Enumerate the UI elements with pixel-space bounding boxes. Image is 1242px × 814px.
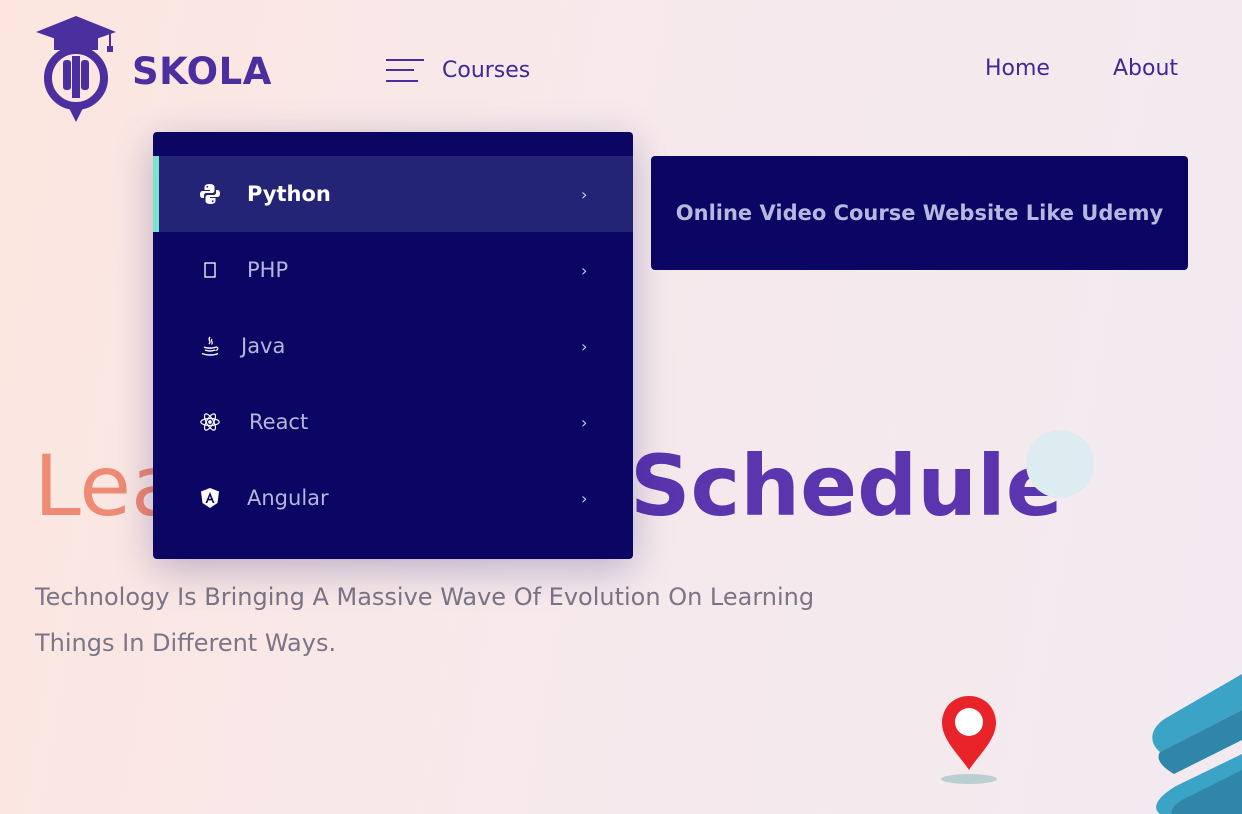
courses-dropdown: Python › PHP › Java › React › Angular › bbox=[153, 132, 633, 559]
react-icon bbox=[199, 411, 221, 433]
dropdown-item-java[interactable]: Java › bbox=[153, 308, 633, 384]
dropdown-item-label: Java bbox=[241, 334, 286, 358]
hero-subtitle: Technology Is Bringing A Massive Wave Of… bbox=[35, 574, 835, 666]
nav-link-about[interactable]: About bbox=[1113, 56, 1178, 81]
hero-subtitle-line-1: Technology Is Bringing A Massive Wave Of… bbox=[35, 583, 815, 611]
location-pin-icon bbox=[941, 696, 997, 784]
hamburger-icon bbox=[386, 56, 424, 84]
python-icon bbox=[199, 183, 221, 205]
dropdown-item-label: PHP bbox=[247, 258, 289, 282]
courses-menu-button[interactable]: Courses bbox=[386, 54, 530, 86]
courses-label: Courses bbox=[442, 57, 531, 83]
dropdown-item-php[interactable]: PHP › bbox=[153, 232, 633, 308]
chevron-right-icon: › bbox=[581, 260, 588, 280]
chevron-right-icon: › bbox=[581, 336, 588, 356]
graduation-cap-pencil-icon bbox=[36, 16, 116, 122]
java-icon bbox=[199, 335, 221, 357]
brand-logo[interactable]: SKOLA bbox=[34, 16, 271, 126]
dropdown-item-react[interactable]: React › bbox=[153, 384, 633, 460]
hero-subtitle-line-2: Things In Different Ways. bbox=[35, 629, 337, 657]
dropdown-item-label: Python bbox=[247, 182, 331, 206]
brand-name: SKOLA bbox=[132, 50, 272, 93]
dropdown-item-python[interactable]: Python › bbox=[153, 156, 633, 232]
decorative-bubble bbox=[1026, 430, 1094, 498]
dropdown-item-label: React bbox=[249, 410, 309, 434]
angular-icon bbox=[199, 487, 221, 509]
books-illustration bbox=[1152, 674, 1242, 814]
course-preview-title: Online Video Course Website Like Udemy bbox=[675, 201, 1164, 225]
chevron-right-icon: › bbox=[581, 488, 588, 508]
dropdown-item-angular[interactable]: Angular › bbox=[153, 460, 633, 536]
hero-title-end: Schedule bbox=[630, 437, 1063, 535]
chevron-right-icon: › bbox=[581, 412, 588, 432]
nav-link-home[interactable]: Home bbox=[985, 56, 1050, 81]
php-icon bbox=[199, 259, 221, 281]
course-preview-card[interactable]: Online Video Course Website Like Udemy bbox=[651, 156, 1188, 270]
dropdown-item-label: Angular bbox=[247, 486, 329, 510]
chevron-right-icon: › bbox=[581, 184, 588, 204]
